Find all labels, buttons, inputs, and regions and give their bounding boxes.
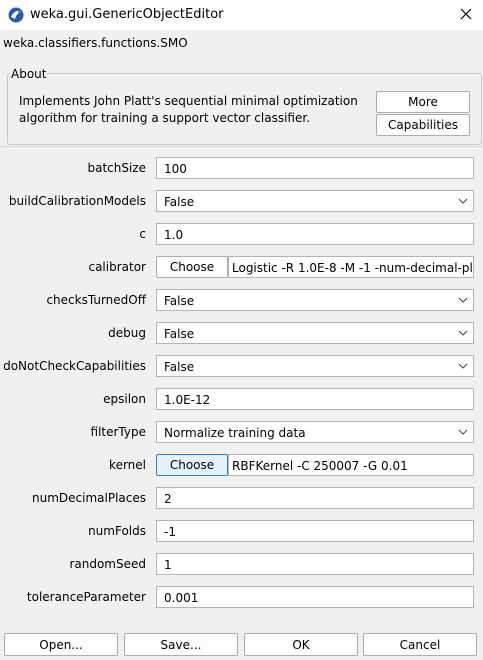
param-row-doNotCheckCapabilities: doNotCheckCapabilities False: [0, 355, 483, 379]
param-label-calibrator: calibrator: [88, 260, 146, 274]
filterType-dropdown[interactable]: Normalize training data: [156, 421, 474, 443]
debug-dropdown[interactable]: False: [156, 322, 474, 344]
numFolds-input[interactable]: -1: [156, 520, 474, 542]
param-label-debug: debug: [108, 326, 146, 340]
close-icon: [460, 8, 472, 23]
cancel-button[interactable]: Cancel: [363, 633, 477, 656]
chevron-down-icon: [458, 363, 468, 369]
kernel-value: RBFKernel -C 250007 -G 0.01: [232, 459, 408, 473]
window-title: weka.gui.GenericObjectEditor: [30, 7, 224, 22]
toleranceParameter-value: 0.001: [164, 591, 199, 605]
about-legend: About: [10, 67, 48, 81]
param-label-kernel: kernel: [109, 458, 146, 472]
epsilon-value: 1.0E-12: [164, 393, 211, 407]
filterType-value: Normalize training data: [164, 426, 306, 440]
param-label-epsilon: epsilon: [103, 392, 146, 406]
param-label-numDecimalPlaces: numDecimalPlaces: [32, 491, 146, 505]
ok-button[interactable]: OK: [244, 633, 358, 656]
toleranceParameter-input[interactable]: 0.001: [156, 586, 474, 608]
param-row-buildCalibrationModels: buildCalibrationModels False: [0, 190, 483, 214]
batchSize-value: 100: [164, 162, 187, 176]
param-row-toleranceParameter: toleranceParameter 0.001: [0, 586, 483, 610]
param-row-filterType: filterType Normalize training data: [0, 421, 483, 445]
open-button[interactable]: Open...: [4, 633, 118, 656]
param-row-checksTurnedOff: checksTurnedOff False: [0, 289, 483, 313]
numDecimalPlaces-value: 2: [164, 492, 172, 506]
param-label-doNotCheckCapabilities: doNotCheckCapabilities: [3, 359, 146, 373]
chevron-down-icon: [458, 330, 468, 336]
param-row-batchSize: batchSize 100: [0, 157, 483, 181]
calibrator-choose-button[interactable]: Choose: [156, 256, 228, 278]
param-label-c: c: [139, 227, 146, 241]
param-label-randomSeed: randomSeed: [69, 557, 146, 571]
weka-bird-icon: [8, 7, 24, 23]
param-label-buildCalibrationModels: buildCalibrationModels: [8, 194, 146, 208]
param-row-c: c 1.0: [0, 223, 483, 247]
close-button[interactable]: [448, 0, 483, 30]
about-line-1: Implements John Platt's sequential minim…: [19, 94, 358, 108]
numFolds-value: -1: [164, 525, 176, 539]
param-label-batchSize: batchSize: [87, 161, 146, 175]
save-button[interactable]: Save...: [124, 633, 238, 656]
checksTurnedOff-dropdown[interactable]: False: [156, 289, 474, 311]
calibrator-config-field[interactable]: Logistic -R 1.0E-8 -M -1 -num-decimal-pl…: [228, 256, 474, 278]
param-row-randomSeed: randomSeed 1: [0, 553, 483, 577]
chevron-down-icon: [458, 198, 468, 204]
kernel-choose-button[interactable]: Choose: [156, 454, 228, 476]
about-line-2: algorithm for training a support vector …: [19, 111, 310, 125]
epsilon-input[interactable]: 1.0E-12: [156, 388, 474, 410]
about-description: Implements John Platt's sequential minim…: [19, 93, 364, 127]
kernel-config-field[interactable]: RBFKernel -C 250007 -G 0.01: [228, 454, 474, 476]
chevron-down-icon: [458, 429, 468, 435]
debug-value: False: [164, 327, 195, 341]
numDecimalPlaces-input[interactable]: 2: [156, 487, 474, 509]
param-label-numFolds: numFolds: [88, 524, 146, 538]
param-label-filterType: filterType: [90, 425, 146, 439]
param-row-calibrator: calibrator Choose Logistic -R 1.0E-8 -M …: [0, 256, 483, 280]
doNotCheckCapabilities-value: False: [164, 360, 195, 374]
buildCalibrationModels-value: False: [164, 195, 195, 209]
param-label-checksTurnedOff: checksTurnedOff: [46, 293, 146, 307]
randomSeed-value: 1: [164, 558, 172, 572]
param-row-numDecimalPlaces: numDecimalPlaces 2: [0, 487, 483, 511]
checksTurnedOff-value: False: [164, 294, 195, 308]
calibrator-value: Logistic -R 1.0E-8 -M -1 -num-decimal-pl…: [232, 261, 473, 275]
c-value: 1.0: [164, 228, 184, 242]
classifier-class-name: weka.classifiers.functions.SMO: [3, 36, 188, 50]
param-label-toleranceParameter: toleranceParameter: [26, 590, 146, 604]
divider: [0, 146, 483, 147]
batchSize-input[interactable]: 100: [156, 157, 474, 179]
randomSeed-input[interactable]: 1: [156, 553, 474, 575]
doNotCheckCapabilities-dropdown[interactable]: False: [156, 355, 474, 377]
buildCalibrationModels-dropdown[interactable]: False: [156, 190, 474, 212]
chevron-down-icon: [458, 297, 468, 303]
param-row-epsilon: epsilon 1.0E-12: [0, 388, 483, 412]
param-row-numFolds: numFolds -1: [0, 520, 483, 544]
param-row-kernel: kernel Choose RBFKernel -C 250007 -G 0.0…: [0, 454, 483, 478]
capabilities-button[interactable]: Capabilities: [376, 114, 470, 136]
more-button[interactable]: More: [376, 91, 470, 113]
c-input[interactable]: 1.0: [156, 223, 474, 245]
param-row-debug: debug False: [0, 322, 483, 346]
title-bar: weka.gui.GenericObjectEditor: [0, 0, 483, 30]
